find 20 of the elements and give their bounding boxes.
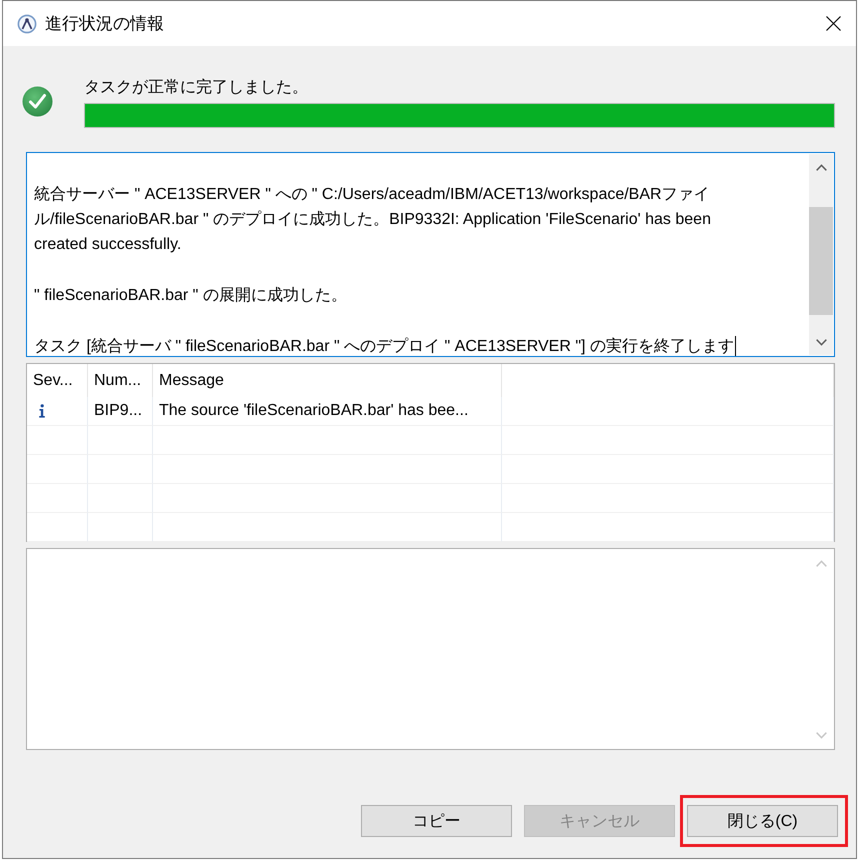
status-message: タスクが正常に完了しました。 — [84, 78, 308, 98]
log-paragraph: " fileScenarioBAR.bar " の展開に成功した。 — [34, 286, 347, 306]
log-text-area[interactable] — [26, 152, 835, 357]
table-cell — [27, 513, 88, 542]
close-icon — [826, 16, 840, 31]
table-cell: The source 'fileScenarioBAR.bar' has bee... — [153, 397, 502, 426]
log-paragraph: タスク [統合サーバ " fileScenarioBAR.bar " へのデプロイ " ACE13SERVER "] の実行を終了します — [34, 336, 734, 356]
dialog-button[interactable]: 閉じる(C) — [687, 805, 838, 837]
dialog-button[interactable]: コピー — [361, 805, 512, 837]
info-icon — [38, 404, 46, 418]
window-title: 進行状況の情報 — [45, 13, 164, 35]
scrollbar[interactable] — [809, 154, 833, 355]
table-cell — [27, 455, 88, 484]
check-circle-icon — [22, 86, 53, 117]
scrollbar-thumb[interactable] — [809, 207, 833, 315]
text-cursor — [734, 336, 736, 356]
app-logo-icon — [17, 14, 37, 34]
table-cell: BIP9... — [88, 397, 153, 426]
table-cell — [27, 484, 88, 513]
log-paragraph: 統合サーバー " ACE13SERVER " への " C:/Users/aceadm/IBM/ACET13/workspace/BARファイ ル/fileScenarioBAR.bar " のデプロイに成功した。BIP9332I: Application 'FileScenario' has been created successfully. — [34, 185, 711, 255]
